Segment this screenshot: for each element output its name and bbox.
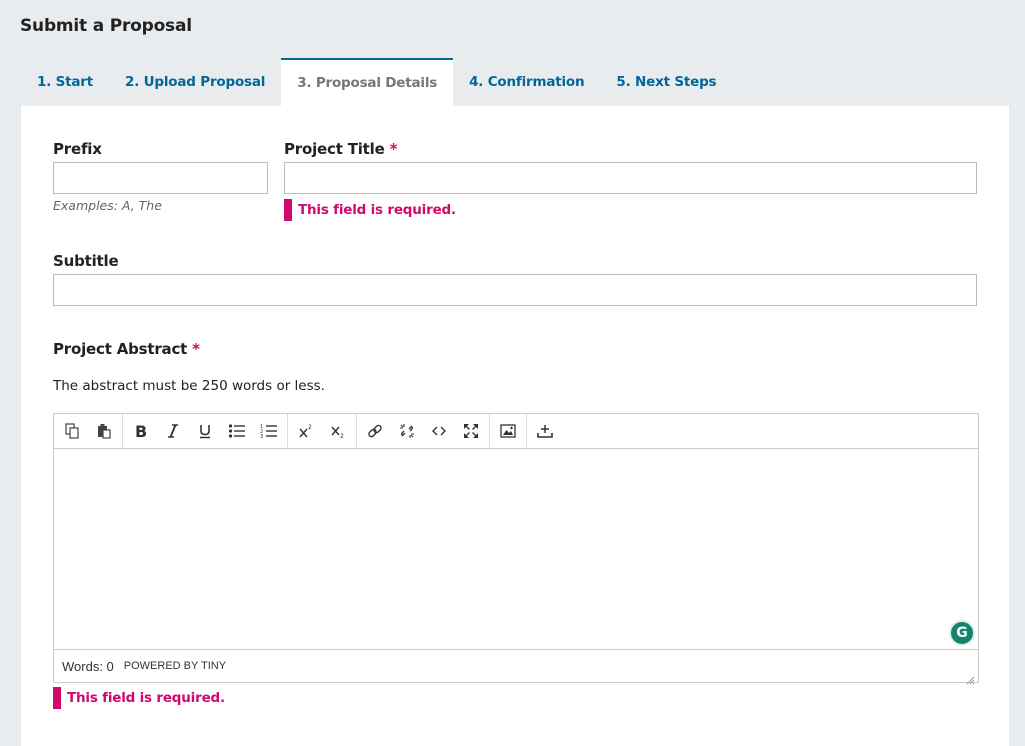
italic-icon[interactable]	[157, 414, 189, 448]
svg-text:3: 3	[260, 434, 263, 439]
editor-toolbar: B 123 2 2	[54, 414, 978, 449]
toolbar-group-script: 2 2	[288, 414, 357, 448]
subscript-icon[interactable]: 2	[322, 414, 354, 448]
project-abstract-error: This field is required.	[53, 687, 225, 709]
toolbar-group-formatting: B 123	[123, 414, 288, 448]
tab-upload-proposal[interactable]: 2. Upload Proposal	[109, 58, 281, 106]
subtitle-input[interactable]	[53, 274, 977, 306]
upload-icon[interactable]	[529, 414, 561, 448]
editor-statusbar: Words: 0 POWERED BY TINY	[54, 649, 978, 685]
project-abstract-description: The abstract must be 250 words or less.	[53, 378, 325, 394]
svg-text:B: B	[135, 423, 147, 439]
link-icon[interactable]	[359, 414, 391, 448]
prefix-input[interactable]	[53, 162, 268, 194]
project-title-error: This field is required.	[284, 199, 456, 221]
bold-icon[interactable]: B	[125, 414, 157, 448]
proposal-details-panel: Prefix Examples: A, The Project Title * …	[21, 106, 1009, 746]
paste-icon[interactable]	[88, 414, 120, 448]
tab-proposal-details[interactable]: 3. Proposal Details	[281, 58, 454, 106]
svg-text:2: 2	[308, 424, 312, 431]
project-title-label: Project Title *	[284, 140, 397, 158]
image-icon[interactable]	[492, 414, 524, 448]
powered-by-tiny-link[interactable]: POWERED BY TINY	[124, 660, 226, 672]
grammarly-icon[interactable]: G	[949, 620, 975, 646]
project-abstract-label-text: Project Abstract	[53, 340, 188, 358]
prefix-label: Prefix	[53, 140, 102, 158]
tab-next-steps[interactable]: 5. Next Steps	[600, 58, 732, 106]
unlink-icon[interactable]	[391, 414, 423, 448]
page-title: Submit a Proposal	[20, 16, 192, 36]
tab-start[interactable]: 1. Start	[21, 58, 109, 106]
fullscreen-icon[interactable]	[455, 414, 487, 448]
project-title-input[interactable]	[284, 162, 977, 194]
project-abstract-label: Project Abstract *	[53, 340, 200, 358]
toolbar-group-clipboard	[54, 414, 123, 448]
abstract-editor-content[interactable]	[54, 449, 978, 649]
subtitle-label: Subtitle	[53, 252, 119, 270]
toolbar-group-upload	[527, 414, 563, 448]
superscript-icon[interactable]: 2	[290, 414, 322, 448]
step-tabs: 1. Start 2. Upload Proposal 3. Proposal …	[21, 58, 732, 106]
word-count: Words: 0	[62, 658, 114, 674]
code-icon[interactable]	[423, 414, 455, 448]
required-asterisk: *	[192, 340, 200, 358]
resize-handle-icon[interactable]	[966, 670, 975, 685]
toolbar-group-media	[490, 414, 527, 448]
svg-text:2: 2	[340, 433, 344, 439]
toolbar-group-insert	[357, 414, 490, 448]
prefix-hint: Examples: A, The	[53, 198, 162, 213]
bullet-list-icon[interactable]	[221, 414, 253, 448]
numbered-list-icon[interactable]: 123	[253, 414, 285, 448]
required-asterisk: *	[389, 140, 398, 158]
tab-confirmation[interactable]: 4. Confirmation	[453, 58, 600, 106]
underline-icon[interactable]	[189, 414, 221, 448]
project-title-label-text: Project Title	[284, 140, 385, 158]
copy-icon[interactable]	[56, 414, 88, 448]
abstract-rich-text-editor: B 123 2 2 G Words: 0 POWERED BY TINY	[53, 413, 979, 685]
